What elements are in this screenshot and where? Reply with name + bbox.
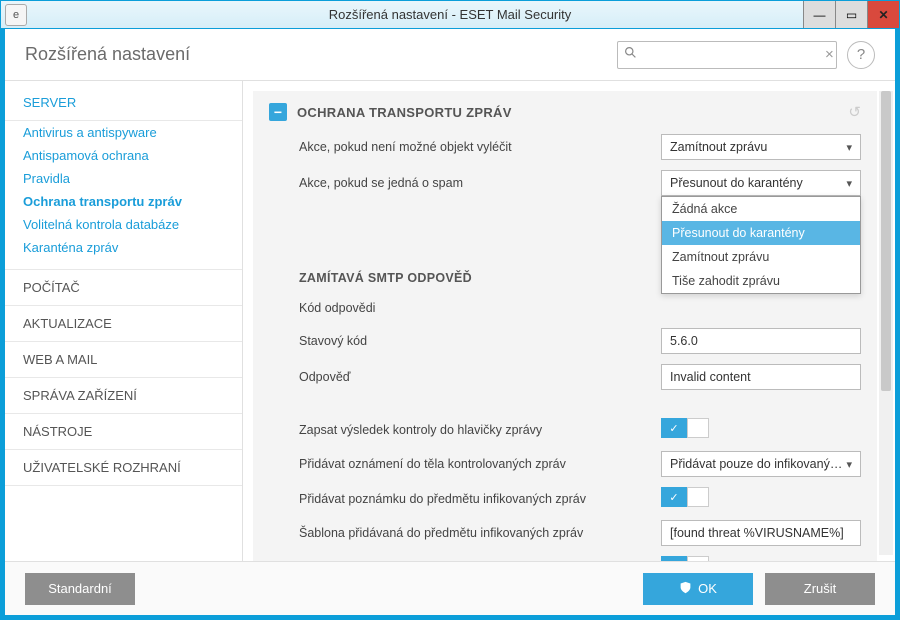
app-window: e Rozšířená nastavení - ESET Mail Securi…: [0, 0, 900, 620]
label-write-header: Zapsat výsledek kontroly do hlavičky zpr…: [299, 423, 661, 437]
label-action-spam: Akce, pokud se jedná o spam: [299, 176, 661, 190]
toggle-write-header[interactable]: ✓: [661, 418, 709, 438]
sidebar: SERVER Antivirus a antispyware Antispamo…: [5, 81, 243, 561]
scrollbar-thumb[interactable]: [881, 91, 891, 391]
reset-icon[interactable]: ↺: [848, 103, 861, 121]
scrollbar[interactable]: [879, 91, 893, 555]
row-add-subject-infected: Přidávat poznámku do předmětu infikovaný…: [253, 482, 877, 515]
search-input[interactable]: [643, 47, 819, 62]
sidebar-title-webmail[interactable]: WEB A MAIL: [5, 342, 242, 378]
window-inner: Rozšířená nastavení × ? SERVER Antivirus…: [1, 29, 899, 619]
select-value: Přidávat pouze do infikovaný…: [670, 457, 842, 471]
row-template-infected: Šablona přidávaná do předmětu infikovaný…: [253, 515, 877, 551]
body: SERVER Antivirus a antispyware Antispamo…: [5, 81, 895, 561]
sidebar-group-server: SERVER Antivirus a antispyware Antispamo…: [5, 81, 242, 270]
select-add-body-notice[interactable]: Přidávat pouze do infikovaný… ▾: [661, 451, 861, 477]
sidebar-subitems-server: Antivirus a antispyware Antispamová ochr…: [5, 121, 242, 270]
sidebar-item-rules[interactable]: Pravidla: [5, 167, 242, 190]
label-response: Odpověď: [299, 370, 661, 384]
select-value: Zamítnout zprávu: [670, 140, 767, 154]
row-add-body-notice: Přidávat oznámení do těla kontrolovaných…: [253, 446, 877, 482]
header: Rozšířená nastavení × ?: [5, 29, 895, 81]
dropdown-action-spam: Žádná akce Přesunout do karantény Zamítn…: [661, 196, 861, 294]
window-title: Rozšířená nastavení - ESET Mail Security: [329, 7, 572, 22]
sidebar-title-update[interactable]: AKTUALIZACE: [5, 306, 242, 342]
check-icon: ✓: [661, 556, 687, 561]
window-buttons: — ▭ ✕: [803, 1, 899, 28]
shield-icon: [679, 581, 692, 597]
row-add-subject-spam: Přidat poznámku do předmětu zpráv označe…: [253, 551, 877, 561]
chevron-down-icon: ▾: [846, 141, 852, 154]
label-add-subject-infected: Přidávat poznámku do předmětu infikovaný…: [299, 492, 661, 506]
sidebar-title-ui[interactable]: UŽIVATELSKÉ ROZHRANÍ: [5, 450, 242, 486]
footer: Standardní OK Zrušit: [5, 561, 895, 615]
select-value: Přesunout do karantény: [670, 176, 803, 190]
chevron-down-icon: ▾: [846, 458, 852, 471]
dropdown-option[interactable]: Zamítnout zprávu: [662, 245, 860, 269]
content: − OCHRANA TRANSPORTU ZPRÁV ↺ Akce, pokud…: [243, 81, 895, 561]
section-title: OCHRANA TRANSPORTU ZPRÁV: [297, 105, 838, 120]
select-action-spam[interactable]: Přesunout do karantény ▾: [661, 170, 861, 196]
select-action-no-clean[interactable]: Zamítnout zprávu ▾: [661, 134, 861, 160]
close-button[interactable]: ✕: [867, 1, 899, 28]
search-icon: [624, 46, 637, 64]
dropdown-option[interactable]: Tiše zahodit zprávu: [662, 269, 860, 293]
row-write-header: Zapsat výsledek kontroly do hlavičky zpr…: [253, 413, 877, 446]
sidebar-item-quarantine[interactable]: Karanténa zpráv: [5, 236, 242, 259]
check-icon: ✓: [661, 418, 687, 438]
dropdown-option[interactable]: Přesunout do karantény: [662, 221, 860, 245]
sidebar-item-database-check[interactable]: Volitelná kontrola databáze: [5, 213, 242, 236]
sidebar-item-antivirus[interactable]: Antivirus a antispyware: [5, 121, 242, 144]
toggle-add-subject-spam[interactable]: ✓: [661, 556, 709, 561]
collapse-icon[interactable]: −: [269, 103, 287, 121]
label-add-body-notice: Přidávat oznámení do těla kontrolovaných…: [299, 457, 661, 471]
ok-button[interactable]: OK: [643, 573, 753, 605]
label-add-subject-spam: Přidat poznámku do předmětu zpráv označe…: [299, 561, 661, 562]
input-template-infected[interactable]: [found threat %VIRUSNAME%]: [661, 520, 861, 546]
clear-search-icon[interactable]: ×: [825, 46, 834, 63]
row-response: Odpověď Invalid content: [253, 359, 877, 395]
row-status-code: Stavový kód 5.6.0: [253, 323, 877, 359]
chevron-down-icon: ▾: [846, 177, 852, 190]
toggle-add-subject-infected[interactable]: ✓: [661, 487, 709, 507]
sidebar-item-transport-protection[interactable]: Ochrana transportu zpráv: [5, 190, 242, 213]
sidebar-title-tools[interactable]: NÁSTROJE: [5, 414, 242, 450]
label-action-no-clean: Akce, pokud není možné objekt vyléčit: [299, 140, 661, 154]
page-title: Rozšířená nastavení: [25, 44, 617, 65]
search-box[interactable]: ×: [617, 41, 837, 69]
app-menu-icon[interactable]: e: [5, 4, 27, 26]
check-icon: ✓: [661, 487, 687, 507]
minimize-button[interactable]: —: [803, 1, 835, 28]
sidebar-item-antispam[interactable]: Antispamová ochrana: [5, 144, 242, 167]
row-action-spam: Akce, pokud se jedná o spam Přesunout do…: [253, 165, 877, 201]
sidebar-title-computer[interactable]: POČÍTAČ: [5, 270, 242, 306]
maximize-button[interactable]: ▭: [835, 1, 867, 28]
label-response-code: Kód odpovědi: [299, 301, 661, 315]
dropdown-option[interactable]: Žádná akce: [662, 197, 860, 221]
row-action-no-clean: Akce, pokud není možné objekt vyléčit Za…: [253, 129, 877, 165]
input-status-code[interactable]: 5.6.0: [661, 328, 861, 354]
row-response-code: Kód odpovědi: [253, 293, 877, 323]
sidebar-title-server[interactable]: SERVER: [5, 81, 242, 121]
cancel-button[interactable]: Zrušit: [765, 573, 875, 605]
help-button[interactable]: ?: [847, 41, 875, 69]
settings-panel: − OCHRANA TRANSPORTU ZPRÁV ↺ Akce, pokud…: [253, 91, 877, 561]
input-response[interactable]: Invalid content: [661, 364, 861, 390]
section-header: − OCHRANA TRANSPORTU ZPRÁV ↺: [253, 91, 877, 129]
default-button[interactable]: Standardní: [25, 573, 135, 605]
label-template-infected: Šablona přidávaná do předmětu infikovaný…: [299, 526, 661, 540]
sidebar-title-device[interactable]: SPRÁVA ZAŘÍZENÍ: [5, 378, 242, 414]
label-status-code: Stavový kód: [299, 334, 661, 348]
titlebar: e Rozšířená nastavení - ESET Mail Securi…: [1, 1, 899, 29]
